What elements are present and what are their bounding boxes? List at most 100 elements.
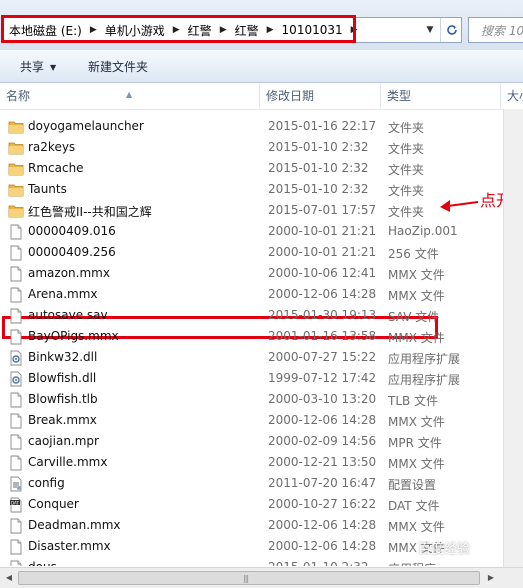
file-row[interactable]: 00000409.016 2000-10-01 21:21 HaoZip.001: [0, 221, 503, 242]
column-header-date[interactable]: 修改日期: [260, 83, 381, 109]
file-row[interactable]: 00000409.256 2000-10-01 21:21 256 文件: [0, 242, 503, 263]
file-date: 2015-01-16 22:17: [268, 119, 377, 133]
file-icon: [8, 539, 24, 555]
file-row[interactable]: Binkw32.dll 2000-07-27 15:22 应用程序扩展: [0, 347, 503, 368]
file-type: MMX 文件: [388, 415, 445, 429]
file-date: 2000-12-06 14:28: [268, 287, 377, 301]
horizontal-scrollbar[interactable]: ◀ ||| ▶: [0, 567, 523, 588]
file-name: Deadman.mmx: [28, 518, 121, 532]
file-name: Blowfish.dll: [28, 371, 97, 385]
file-row[interactable]: Blowfish.dll 1999-07-12 17:42 应用程序扩展: [0, 368, 503, 389]
folder-icon: [8, 203, 24, 219]
address-area: 本地磁盘 (E:) ▶ 单机小游戏 ▶ 红警 ▶ 红警 ▶ 10101031 ▶…: [0, 0, 523, 50]
file-row[interactable]: ra2keys 2015-01-10 2:32 文件夹: [0, 137, 503, 158]
file-date: 2000-07-27 15:22: [268, 350, 377, 364]
file-date: 2001-01-16 13:58: [268, 329, 377, 343]
file-name: Disaster.mmx: [28, 539, 111, 553]
file-date: 2000-12-06 14:28: [268, 413, 377, 427]
file-row[interactable]: amazon.mmx 2000-10-06 12:41 MMX 文件: [0, 263, 503, 284]
command-toolbar: 共享 ▼ 新建文件夹: [0, 50, 523, 83]
vertical-scrollbar[interactable]: [503, 109, 523, 567]
config-icon: [8, 476, 24, 492]
file-row[interactable]: dous... 2015-01-10 2:32 应用程序: [0, 557, 503, 566]
file-icon: [8, 266, 24, 282]
file-row[interactable]: DAT Conquer 2000-10-27 16:22 DAT 文件: [0, 494, 503, 515]
column-date-label: 修改日期: [266, 89, 315, 103]
file-date: 2000-12-06 14:28: [268, 518, 377, 532]
file-name: Carville.mmx: [28, 455, 108, 469]
share-button[interactable]: 共享 ▼: [20, 58, 56, 75]
column-size-label: 大小: [507, 89, 523, 103]
file-row[interactable]: Break.mmx 2000-12-06 14:28 MMX 文件: [0, 410, 503, 431]
file-name: Rmcache: [28, 161, 84, 175]
column-header-name[interactable]: 名称 ▲: [0, 83, 260, 109]
file-icon: [8, 224, 24, 240]
file-date: 2015-01-10 2:32: [268, 182, 369, 196]
horizontal-scroll-thumb[interactable]: |||: [18, 571, 480, 585]
file-row[interactable]: 红色警戒II--共和国之辉 2015-07-01 17:57 文件夹: [0, 200, 503, 221]
file-date: 2015-07-01 17:57: [268, 203, 377, 217]
file-name: Break.mmx: [28, 413, 97, 427]
file-type: 文件夹: [388, 184, 425, 198]
file-type: 文件夹: [388, 163, 425, 177]
file-icon: [8, 560, 24, 566]
file-icon: [8, 518, 24, 534]
file-name: Arena.mmx: [28, 287, 98, 301]
file-row[interactable]: Blowfish.tlb 2000-03-10 13:20 TLB 文件: [0, 389, 503, 410]
file-date: 2000-10-01 21:21: [268, 224, 377, 238]
file-row[interactable]: autosave.sav 2015-01-30 19:13 SAV 文件: [0, 305, 503, 326]
file-type: HaoZip.001: [388, 224, 458, 238]
file-name: autosave.sav: [28, 308, 108, 322]
file-name: Binkw32.dll: [28, 350, 98, 364]
file-name: ra2keys: [28, 140, 76, 154]
file-row[interactable]: Carville.mmx 2000-12-21 13:50 MMX 文件: [0, 452, 503, 473]
column-header-size[interactable]: 大小: [501, 83, 523, 109]
file-row[interactable]: config 2011-07-20 16:47 配置设置: [0, 473, 503, 494]
file-row[interactable]: caojian.mpr 2000-02-09 14:56 MPR 文件: [0, 431, 503, 452]
file-name: Blowfish.tlb: [28, 392, 98, 406]
refresh-button[interactable]: [440, 18, 463, 42]
file-row[interactable]: Taunts 2015-01-10 2:32 文件夹: [0, 179, 503, 200]
file-type: 文件夹: [388, 121, 425, 135]
file-type: 文件夹: [388, 205, 425, 219]
file-date: 2015-01-30 19:13: [268, 308, 377, 322]
column-header: 名称 ▲ 修改日期 类型 大小: [0, 83, 523, 110]
file-name: Taunts: [28, 182, 67, 196]
file-row[interactable]: Rmcache 2015-01-10 2:32 文件夹: [0, 158, 503, 179]
annotation-arrow-icon: [440, 200, 479, 212]
search-input[interactable]: 搜索 10: [468, 17, 523, 43]
column-header-type[interactable]: 类型: [381, 83, 501, 109]
file-type: 配置设置: [388, 478, 437, 492]
file-row[interactable]: BayOPigs.mmx 2001-01-16 13:58 MMX 文件: [0, 326, 503, 347]
dll-icon: [8, 371, 24, 387]
search-placeholder: 搜索 10: [481, 24, 523, 38]
file-type: MMX 文件: [388, 289, 445, 303]
file-icon: [8, 308, 24, 324]
file-row[interactable]: Arena.mmx 2000-12-06 14:28 MMX 文件: [0, 284, 503, 305]
file-date: 2000-12-06 14:28: [268, 539, 377, 553]
address-history-dropdown[interactable]: ▼: [421, 19, 439, 41]
file-name: amazon.mmx: [28, 266, 110, 280]
new-folder-button[interactable]: 新建文件夹: [88, 58, 148, 75]
file-icon: [8, 413, 24, 429]
scroll-left-icon[interactable]: ◀: [2, 571, 16, 585]
file-name: caojian.mpr: [28, 434, 99, 448]
file-row[interactable]: doyogamelauncher 2015-01-16 22:17 文件夹: [0, 116, 503, 137]
file-row[interactable]: Deadman.mmx 2000-12-06 14:28 MMX 文件: [0, 515, 503, 536]
file-name: 红色警戒II--共和国之辉: [28, 205, 152, 219]
file-name: BayOPigs.mmx: [28, 329, 119, 343]
scroll-right-icon[interactable]: ▶: [484, 571, 498, 585]
file-type: MMX 文件: [388, 457, 445, 471]
file-name: 00000409.016: [28, 224, 116, 238]
file-type: MMX 文件: [388, 520, 445, 534]
file-list: doyogamelauncher 2015-01-16 22:17 文件夹 ra2ke…: [0, 116, 503, 566]
file-icon: [8, 455, 24, 471]
watermark: 百度经验: [418, 542, 471, 557]
file-name: 00000409.256: [28, 245, 116, 259]
file-date: 2000-10-06 12:41: [268, 266, 377, 280]
file-name: dous...: [28, 560, 258, 566]
file-date: 2000-03-10 13:20: [268, 392, 377, 406]
file-name: doyogamelauncher: [28, 119, 144, 133]
folder-icon: [8, 140, 24, 156]
new-folder-label: 新建文件夹: [88, 60, 149, 74]
